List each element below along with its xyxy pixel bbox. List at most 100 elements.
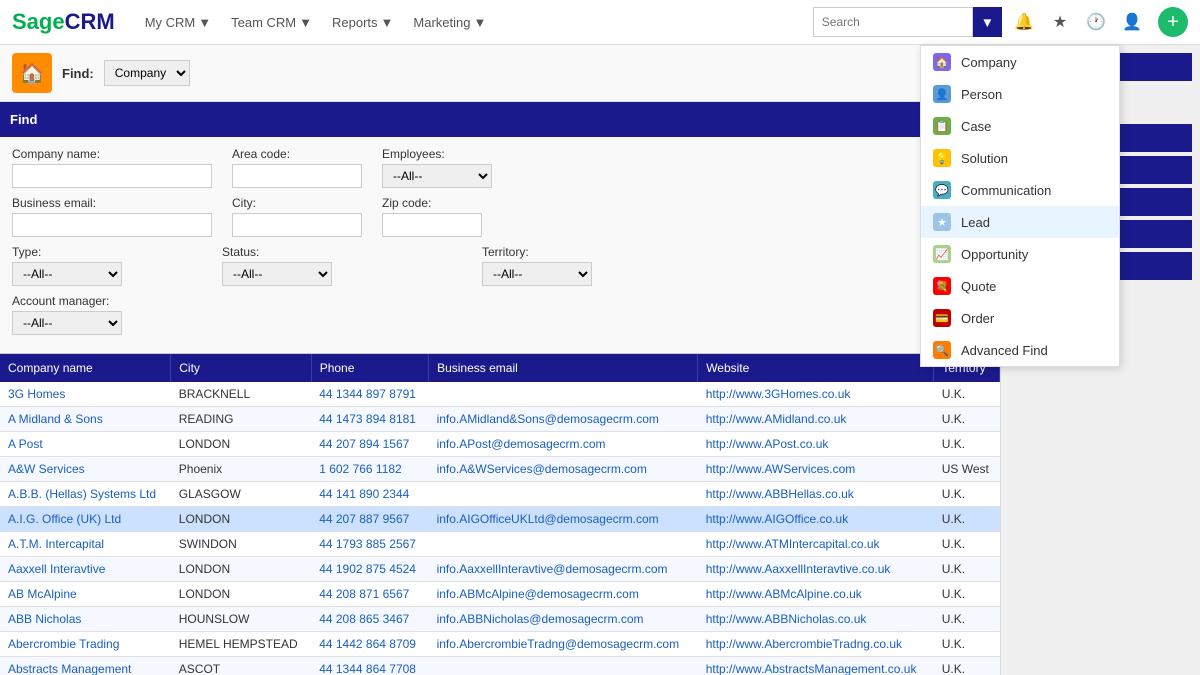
phone-link[interactable]: 1 602 766 1182 <box>319 462 402 476</box>
dropdown-lead[interactable]: ★ Lead <box>921 206 1119 238</box>
col-company-name[interactable]: Company name <box>0 354 171 382</box>
email-link[interactable]: info.AaxxellInteravtive@demosagecrm.com <box>437 562 668 576</box>
company-name-link[interactable]: A.I.G. Office (UK) Ltd <box>8 512 121 526</box>
website-link[interactable]: http://www.AbercrombieTradng.co.uk <box>706 637 902 651</box>
company-name-link[interactable]: A&W Services <box>8 462 85 476</box>
col-email[interactable]: Business email <box>429 354 698 382</box>
search-input[interactable] <box>813 7 973 37</box>
nav-reports[interactable]: Reports ▼ <box>332 15 393 30</box>
phone-link[interactable]: 44 1793 885 2567 <box>319 537 416 551</box>
email-link[interactable]: info.AbercrombieTradng@demosagecrm.com <box>437 637 680 651</box>
account-manager-select[interactable]: --All-- <box>12 311 122 335</box>
phone-link[interactable]: 44 1902 875 4524 <box>319 562 416 576</box>
company-name-link[interactable]: Abercrombie Trading <box>8 637 119 651</box>
dropdown-solution[interactable]: 💡 Solution <box>921 142 1119 174</box>
user-icon[interactable]: 👤 <box>1118 8 1146 36</box>
col-website[interactable]: Website <box>698 354 934 382</box>
website-link[interactable]: http://www.ABMcAlpine.co.uk <box>706 587 862 601</box>
website-link[interactable]: http://www.APost.co.uk <box>706 437 829 451</box>
territory-select[interactable]: --All-- <box>482 262 592 286</box>
company-name-link[interactable]: A Midland & Sons <box>8 412 103 426</box>
phone-link[interactable]: 44 208 865 3467 <box>319 612 409 626</box>
table-row[interactable]: Aaxxell InteravtiveLONDON44 1902 875 452… <box>0 557 1000 582</box>
table-row[interactable]: A.I.G. Office (UK) LtdLONDON44 207 887 9… <box>0 507 1000 532</box>
website-link[interactable]: http://www.AaxxellInteravtive.co.uk <box>706 562 891 576</box>
table-row[interactable]: AB McAlpineLONDON44 208 871 6567info.ABM… <box>0 582 1000 607</box>
col-city[interactable]: City <box>171 354 311 382</box>
table-row[interactable]: A PostLONDON44 207 894 1567info.APost@de… <box>0 432 1000 457</box>
website-link[interactable]: http://www.AWServices.com <box>706 462 856 476</box>
website-link[interactable]: http://www.ATMIntercapital.co.uk <box>706 537 880 551</box>
company-name-link[interactable]: Abstracts Management <box>8 662 131 675</box>
phone-link[interactable]: 44 1344 897 8791 <box>319 387 416 401</box>
search-dropdown-button[interactable]: ▼ <box>973 7 1002 37</box>
nav-my-crm[interactable]: My CRM ▼ <box>145 15 211 30</box>
phone-link[interactable]: 44 1473 894 8181 <box>319 412 416 426</box>
email-link[interactable]: info.A&WServices@demosagecrm.com <box>437 462 647 476</box>
area-code-label: Area code: <box>232 147 362 161</box>
favorites-icon[interactable]: ★ <box>1046 8 1074 36</box>
dropdown-company[interactable]: 🏠 Company <box>921 46 1119 78</box>
table-row[interactable]: A.T.M. IntercapitalSWINDON44 1793 885 25… <box>0 532 1000 557</box>
company-name-link[interactable]: A.B.B. (Hellas) Systems Ltd <box>8 487 156 501</box>
dropdown-communication[interactable]: 💬 Communication <box>921 174 1119 206</box>
company-name-link[interactable]: 3G Homes <box>8 387 65 401</box>
email-link[interactable]: info.AMidland&Sons@demosagecrm.com <box>437 412 659 426</box>
website-link[interactable]: http://www.AMidland.co.uk <box>706 412 847 426</box>
email-link[interactable]: info.ABBNicholas@demosagecrm.com <box>437 612 644 626</box>
phone-link[interactable]: 44 1344 864 7708 <box>319 662 416 675</box>
phone-link[interactable]: 44 207 887 9567 <box>319 512 409 526</box>
find-row-4: Account manager: --All-- <box>12 294 988 335</box>
phone-link[interactable]: 44 207 894 1567 <box>319 437 409 451</box>
status-select[interactable]: --All-- <box>222 262 332 286</box>
table-row[interactable]: A Midland & SonsREADING44 1473 894 8181i… <box>0 407 1000 432</box>
dropdown-advanced-find[interactable]: 🔍 Advanced Find <box>921 334 1119 366</box>
nav-team-crm[interactable]: Team CRM ▼ <box>231 15 312 30</box>
chevron-down-icon: ▼ <box>474 15 487 30</box>
website-link[interactable]: http://www.3GHomes.co.uk <box>706 387 851 401</box>
find-entity-select[interactable]: Company Person Lead Case <box>104 60 190 86</box>
company-name-link[interactable]: Aaxxell Interavtive <box>8 562 105 576</box>
zip-code-input[interactable] <box>382 213 482 237</box>
phone-link[interactable]: 44 208 871 6567 <box>319 587 409 601</box>
dropdown-order[interactable]: 💳 Order <box>921 302 1119 334</box>
table-row[interactable]: Abstracts ManagementASCOT44 1344 864 770… <box>0 657 1000 675</box>
dropdown-person[interactable]: 👤 Person <box>921 78 1119 110</box>
notification-icon[interactable]: 🔔 <box>1010 8 1038 36</box>
email-link[interactable]: info.APost@demosagecrm.com <box>437 437 606 451</box>
add-button[interactable]: + <box>1158 7 1188 37</box>
phone-link[interactable]: 44 141 890 2344 <box>319 487 409 501</box>
company-name-link[interactable]: A Post <box>8 437 43 451</box>
company-name-link[interactable]: AB McAlpine <box>8 587 77 601</box>
phone-link[interactable]: 44 1442 864 8709 <box>319 637 416 651</box>
find-label: Find: <box>62 66 94 81</box>
website-link[interactable]: http://www.ABBNicholas.co.uk <box>706 612 867 626</box>
company-name-input[interactable] <box>12 164 212 188</box>
company-name-link[interactable]: A.T.M. Intercapital <box>8 537 104 551</box>
website-link[interactable]: http://www.AbstractsManagement.co.uk <box>706 662 917 675</box>
business-email-input[interactable] <box>12 213 212 237</box>
dropdown-opportunity[interactable]: 📈 Opportunity <box>921 238 1119 270</box>
dropdown-case[interactable]: 📋 Case <box>921 110 1119 142</box>
website-link[interactable]: http://www.AIGOffice.co.uk <box>706 512 849 526</box>
table-row[interactable]: A&W ServicesPhoenix1 602 766 1182info.A&… <box>0 457 1000 482</box>
city-input[interactable] <box>232 213 362 237</box>
nav-marketing[interactable]: Marketing ▼ <box>413 15 486 30</box>
table-row[interactable]: A.B.B. (Hellas) Systems LtdGLASGOW44 141… <box>0 482 1000 507</box>
lead-icon: ★ <box>933 213 951 231</box>
table-row[interactable]: Abercrombie TradingHEMEL HEMPSTEAD44 144… <box>0 632 1000 657</box>
col-phone[interactable]: Phone <box>311 354 428 382</box>
table-row[interactable]: ABB NicholasHOUNSLOW44 208 865 3467info.… <box>0 607 1000 632</box>
account-manager-field: Account manager: --All-- <box>12 294 122 335</box>
email-link[interactable]: info.AIGOfficeUKLtd@demosagecrm.com <box>437 512 659 526</box>
website-link[interactable]: http://www.ABBHellas.co.uk <box>706 487 854 501</box>
employees-select[interactable]: --All-- <box>382 164 492 188</box>
area-code-input[interactable] <box>232 164 362 188</box>
history-icon[interactable]: 🕐 <box>1082 8 1110 36</box>
dropdown-quote[interactable]: 💐 Quote <box>921 270 1119 302</box>
email-link[interactable]: info.ABMcAlpine@demosagecrm.com <box>437 587 639 601</box>
status-field: Status: --All-- <box>222 245 332 286</box>
table-row[interactable]: 3G HomesBRACKNELL44 1344 897 8791http://… <box>0 382 1000 407</box>
type-select[interactable]: --All-- <box>12 262 122 286</box>
company-name-link[interactable]: ABB Nicholas <box>8 612 81 626</box>
